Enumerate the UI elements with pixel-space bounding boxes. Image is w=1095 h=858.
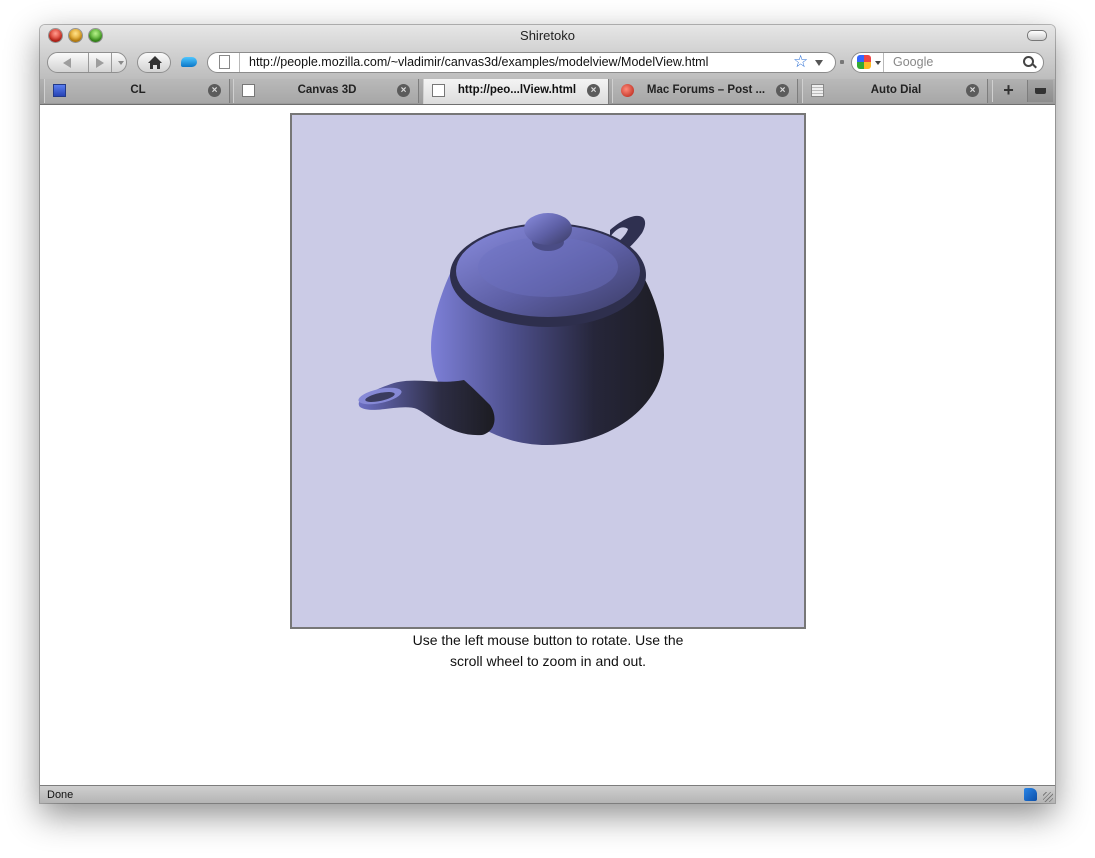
search-input[interactable]: Google (893, 55, 933, 69)
instruction-line-2: scroll wheel to zoom in and out. (449, 653, 647, 669)
status-bar: Done (40, 785, 1055, 803)
nav-divider (88, 53, 89, 72)
forward-arrow-icon[interactable] (96, 58, 104, 68)
resize-grip-icon[interactable] (1043, 792, 1053, 802)
page-content: Use the left mouse button to rotate. Use… (40, 105, 1055, 785)
new-tab-button[interactable]: + (992, 80, 1024, 102)
tab-auto-dial[interactable]: Auto Dial × (802, 79, 988, 103)
google-engine-icon[interactable] (857, 55, 871, 69)
search-bar[interactable]: Google (851, 52, 1044, 73)
extension-icon[interactable] (181, 57, 197, 67)
tab-strip: CL × Canvas 3D × http://peo...lView.html… (40, 79, 1055, 105)
tab-cl[interactable]: CL × (44, 79, 230, 103)
toolbar-separator (840, 60, 844, 64)
status-text: Done (47, 789, 74, 801)
back-arrow-icon[interactable] (63, 58, 71, 68)
page-icon (432, 84, 445, 97)
url-divider (239, 53, 240, 72)
tab-label: CL (130, 84, 146, 96)
tab-label: Auto Dial (870, 84, 922, 96)
browser-window: Shiretoko http://people.mozilla.com/~vla… (40, 25, 1055, 803)
tab-close-icon[interactable]: × (208, 84, 221, 97)
tab-list-button[interactable] (1027, 80, 1053, 102)
tab-close-icon[interactable]: × (397, 84, 410, 97)
address-bar[interactable]: http://people.mozilla.com/~vladimir/canv… (207, 52, 836, 73)
url-input[interactable]: http://people.mozilla.com/~vladimir/canv… (249, 55, 708, 69)
apple-icon (621, 84, 634, 97)
tab-close-icon[interactable]: × (966, 84, 979, 97)
webgl-canvas[interactable] (290, 113, 806, 629)
addon-status-icon[interactable] (1024, 788, 1037, 801)
search-icon-handle (1032, 63, 1037, 69)
window-title: Shiretoko (520, 28, 575, 43)
nav-divider (111, 53, 112, 72)
tab-label: http://peo...lView.html (457, 84, 577, 96)
tab-modelview[interactable]: http://peo...lView.html × (423, 79, 609, 104)
bookmark-star-icon[interactable]: ☆ (793, 52, 808, 72)
toolbar-toggle-button[interactable] (1027, 30, 1047, 41)
title-toolbar-area: Shiretoko http://people.mozilla.com/~vla… (40, 25, 1055, 80)
instructions-text: Use the left mouse button to rotate. Use… (298, 630, 798, 672)
tab-close-icon[interactable]: × (587, 84, 600, 97)
tab-canvas-3d[interactable]: Canvas 3D × (233, 79, 419, 103)
cl-icon (53, 84, 66, 97)
teapot-model (358, 213, 664, 445)
url-history-dropdown-icon[interactable] (815, 60, 823, 66)
dial-icon (811, 84, 824, 97)
history-dropdown-icon[interactable] (118, 61, 124, 65)
home-icon-door (153, 65, 157, 69)
home-button[interactable] (137, 52, 171, 73)
site-identity-icon[interactable] (219, 55, 230, 69)
page-icon (242, 84, 255, 97)
engine-dropdown-icon[interactable] (875, 61, 881, 65)
tab-close-icon[interactable]: × (776, 84, 789, 97)
tab-mac-forums[interactable]: Mac Forums – Post ... × (612, 79, 798, 103)
tab-label: Canvas 3D (297, 84, 357, 96)
back-forward-group (47, 52, 127, 73)
search-divider (883, 53, 884, 72)
instruction-line-1: Use the left mouse button to rotate. Use… (412, 632, 684, 648)
tab-label: Mac Forums – Post ... (646, 84, 766, 96)
